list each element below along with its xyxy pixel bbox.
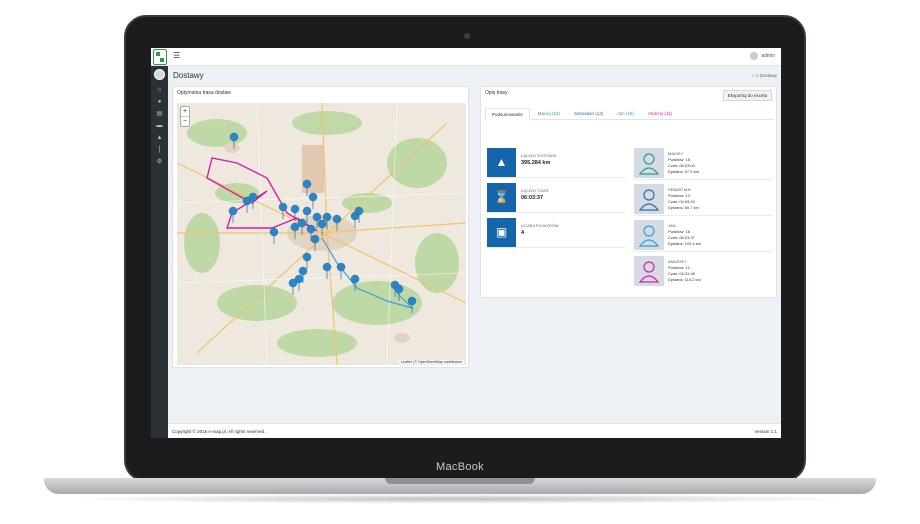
device-label: MacBook xyxy=(436,461,484,473)
sidebar: ⌂ ● ▤ ▬ ▲ ⎪ ⚙ xyxy=(151,66,168,438)
driver-name: JAN xyxy=(668,223,676,228)
tab-label: Jan (16) xyxy=(617,111,634,116)
route-description-panel: Opis trasy Eksportuj do excela Podsumowa… xyxy=(480,86,777,298)
driver-points: Punktów: 16 xyxy=(668,229,691,234)
user-icon xyxy=(634,148,664,178)
driver-time: Czas: 06:03:37 xyxy=(668,235,695,240)
copyright-text: Copyright © 2016 e-map.pl, All rights re… xyxy=(172,429,266,434)
car-icon: ▣ xyxy=(487,218,516,247)
map-panel-title: Optymalna trasa dostaw xyxy=(177,90,231,96)
stat-vehicle-count: ▣ LICZBA POJAZDÓW 4 xyxy=(487,218,625,248)
tab-maciej[interactable]: Maciej (15) xyxy=(532,108,566,120)
zoom-out-button[interactable]: − xyxy=(181,117,189,126)
breadcrumb: ⌂ > Dostawy xyxy=(751,73,777,78)
group-icon[interactable]: ● xyxy=(155,98,164,106)
tab-label: Podsumowanie xyxy=(492,112,523,117)
tab-andrzej[interactable]: Andrzej (11) xyxy=(642,108,678,120)
hamburger-icon[interactable]: ☰ xyxy=(173,51,180,60)
stats-panel-title: Opis trasy xyxy=(485,90,508,96)
home-icon[interactable]: ⌂ xyxy=(155,86,164,94)
home-icon[interactable]: ⌂ xyxy=(752,73,755,78)
screen: ☰ admin ⌂ ● ▤ ▬ ▲ ⎪ ⚙ Dostawy ⌂ > Dostaw… xyxy=(151,48,781,438)
driver-time: Czas: 04:31:48 xyxy=(668,271,695,276)
topbar: ☰ admin xyxy=(151,48,781,66)
laptop-shadow xyxy=(60,494,860,504)
camera xyxy=(464,33,470,39)
user-icon xyxy=(634,184,664,214)
driver-card-maciej[interactable]: MACIEJ Punktów: 15 Czas: 06:03:03 Dystan… xyxy=(634,148,772,180)
car-icon[interactable]: ▲ xyxy=(155,134,164,142)
tab-summary[interactable]: Podsumowanie xyxy=(485,108,530,120)
driver-time: Czas: 06:03:03 xyxy=(668,163,695,168)
stat-label: LICZBA POJAZDÓW xyxy=(521,223,559,228)
driver-distance: Dystans: 115.2 km xyxy=(668,277,701,282)
export-excel-button[interactable]: Eksportuj do excela xyxy=(722,90,772,101)
driver-name: MACIEJ xyxy=(668,151,683,156)
driver-time: Czas: 04:09:24 xyxy=(668,199,695,204)
road-icon: ▲ xyxy=(487,148,516,177)
app-logo[interactable] xyxy=(153,49,167,65)
driver-card-jan[interactable]: JAN Punktów: 16 Czas: 06:03:37 Dystans: … xyxy=(634,220,772,252)
driver-distance: Dystans: 103.4 km xyxy=(668,241,702,246)
driver-points: Punktów: 13 xyxy=(668,193,691,198)
map-panel: Optymalna trasa dostaw + − Leaflet | © O… xyxy=(172,86,469,368)
stat-value: 4 xyxy=(521,230,525,236)
tab-label: Sebastian (13) xyxy=(574,111,604,116)
tab-jan[interactable]: Jan (16) xyxy=(611,108,640,120)
driver-points: Punktów: 15 xyxy=(668,157,691,162)
user-silhouette xyxy=(638,153,660,175)
stat-label: ŁĄCZNY CZAS xyxy=(521,188,549,193)
user-silhouette xyxy=(638,225,660,247)
stat-total-time: ⌛ ŁĄCZNY CZAS 06:03:37 xyxy=(487,183,625,213)
footer: Copyright © 2016 e-map.pl, All rights re… xyxy=(168,423,781,438)
user-icon xyxy=(634,256,664,286)
version-text: Version 1.1 xyxy=(754,429,777,434)
fork-knife-icon[interactable]: ⎪ xyxy=(155,146,164,154)
user-avatar xyxy=(750,52,759,60)
driver-tabs: Podsumowanie Maciej (15) Sebastian (13) … xyxy=(485,108,774,120)
user-icon xyxy=(634,220,664,250)
user-silhouette xyxy=(638,261,660,283)
driver-distance: Dystans: 67.9 km xyxy=(668,169,699,174)
tab-sebastian[interactable]: Sebastian (13) xyxy=(568,108,609,120)
tab-label: Maciej (15) xyxy=(537,111,561,116)
map-attribution[interactable]: Leaflet | © OpenStreetMap contributors xyxy=(399,360,464,364)
tab-label: Andrzej (11) xyxy=(647,111,673,116)
store-icon[interactable]: ▤ xyxy=(155,110,164,118)
zoom-in-button[interactable]: + xyxy=(181,107,189,117)
laptop-notch xyxy=(385,478,535,484)
gears-icon[interactable]: ⚙ xyxy=(155,158,164,166)
driver-points: Punktów: 11 xyxy=(668,265,690,270)
stat-value: 395.284 km xyxy=(521,160,551,166)
driver-name: ANDRZEJ xyxy=(668,259,687,264)
user-silhouette xyxy=(638,189,660,211)
driver-name: SEBASTIAN xyxy=(668,187,691,192)
driver-distance: Dystans: 65.7 km xyxy=(668,205,699,210)
driver-card-sebastian[interactable]: SEBASTIAN Punktów: 13 Czas: 04:09:24 Dys… xyxy=(634,184,772,216)
zoom-control: + − xyxy=(180,106,190,127)
user-name: admin xyxy=(761,53,775,59)
stat-value: 06:03:37 xyxy=(521,195,544,201)
page-title: Dostawy xyxy=(173,71,204,80)
hourglass-icon: ⌛ xyxy=(487,183,516,212)
stat-total-distance: ▲ ŁĄCZNY DYSTANS 395.284 km xyxy=(487,148,625,178)
truck-icon[interactable]: ▬ xyxy=(155,122,164,130)
map-canvas xyxy=(177,103,466,365)
sidebar-avatar[interactable] xyxy=(154,69,165,80)
route-map[interactable]: + − Leaflet | © OpenStreetMap contributo… xyxy=(177,103,466,365)
stat-label: ŁĄCZNY DYSTANS xyxy=(521,153,557,158)
driver-card-andrzej[interactable]: ANDRZEJ Punktów: 11 Czas: 04:31:48 Dysta… xyxy=(634,256,772,288)
breadcrumb-current: Dostawy xyxy=(759,73,777,78)
user-menu[interactable]: admin xyxy=(750,52,775,60)
